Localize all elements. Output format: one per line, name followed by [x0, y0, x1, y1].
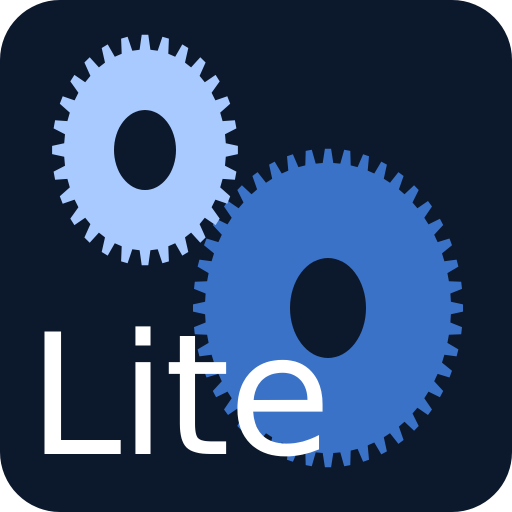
- lite-label: Lite: [28, 298, 332, 494]
- small-gear-hole: [114, 110, 176, 190]
- app-icon[interactable]: Lite: [0, 0, 512, 512]
- small-gear-icon: [52, 34, 238, 266]
